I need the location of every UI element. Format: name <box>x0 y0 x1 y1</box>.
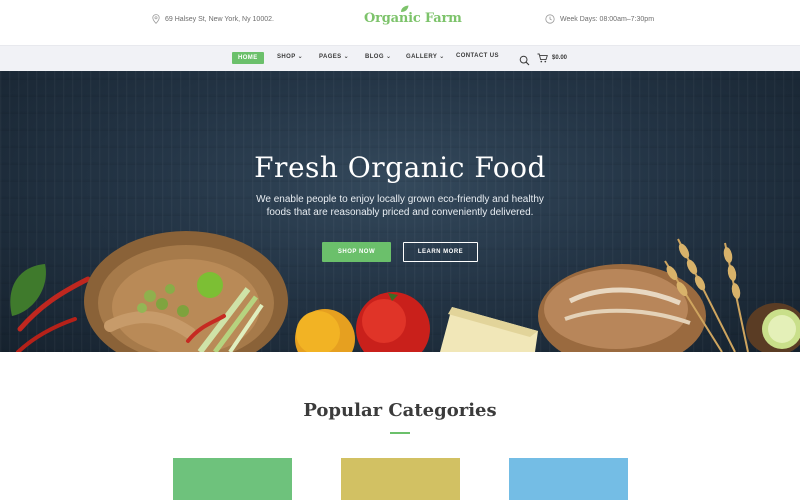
hours-text: Week Days: 08:00am–7:30pm <box>560 15 655 23</box>
cart-button[interactable]: $0.00 <box>537 53 567 63</box>
chevron-down-icon: ⌄ <box>385 54 392 60</box>
nav-label: CONTACT US <box>456 53 499 59</box>
nav-label: SHOP <box>277 53 296 60</box>
nav-label: PAGES <box>319 53 342 60</box>
hero-subtitle: We enable people to enjoy locally grown … <box>256 194 544 218</box>
category-card[interactable] <box>509 458 628 500</box>
nav-item-contact[interactable]: CONTACT US <box>456 53 499 59</box>
shop-now-button[interactable]: SHOP NOW <box>322 242 391 262</box>
cart-total: $0.00 <box>552 55 568 61</box>
address-info: 69 Halsey St, New York, Ny 10002. <box>152 14 274 24</box>
section-title: Popular Categories <box>303 400 497 421</box>
chevron-down-icon: ⌄ <box>343 54 349 60</box>
learn-more-button[interactable]: LEARN MORE <box>403 242 478 262</box>
category-card[interactable] <box>341 458 460 500</box>
nav-label: GALLERY <box>406 53 438 60</box>
top-bar: 69 Halsey St, New York, Ny 10002. Organi… <box>0 0 800 45</box>
address-text: 69 Halsey St, New York, Ny 10002. <box>165 15 274 23</box>
leaf-icon <box>401 5 409 12</box>
chevron-down-icon: ⌄ <box>297 54 304 60</box>
nav-label: HOME <box>238 55 258 61</box>
clock-icon <box>545 14 555 24</box>
nav-item-home[interactable]: HOME <box>232 52 264 64</box>
nav-item-gallery[interactable]: GALLERY ⌄ <box>406 53 445 61</box>
search-button[interactable] <box>519 53 530 71</box>
opening-hours: Week Days: 08:00am–7:30pm <box>545 14 654 24</box>
location-pin-icon <box>152 14 160 24</box>
main-nav: HOME SHOP ⌄ PAGES ⌄ BLOG ⌄ GALLERY ⌄ CON… <box>0 45 800 71</box>
nav-item-shop[interactable]: SHOP ⌄ <box>277 53 304 61</box>
nav-item-blog[interactable]: BLOG ⌄ <box>365 53 392 61</box>
search-icon <box>519 55 530 66</box>
logo-text: Organic Farm <box>364 11 462 26</box>
nav-item-pages[interactable]: PAGES ⌄ <box>319 53 349 61</box>
chevron-down-icon: ⌄ <box>439 54 445 60</box>
hero-title: Fresh Organic Food <box>254 151 546 184</box>
cart-icon <box>537 53 548 63</box>
title-underline <box>390 432 410 434</box>
category-card[interactable] <box>173 458 292 500</box>
hero-banner: Fresh Organic Food We enable people to e… <box>0 71 800 352</box>
nav-label: BLOG <box>365 53 384 60</box>
site-logo[interactable]: Organic Farm <box>364 5 462 26</box>
